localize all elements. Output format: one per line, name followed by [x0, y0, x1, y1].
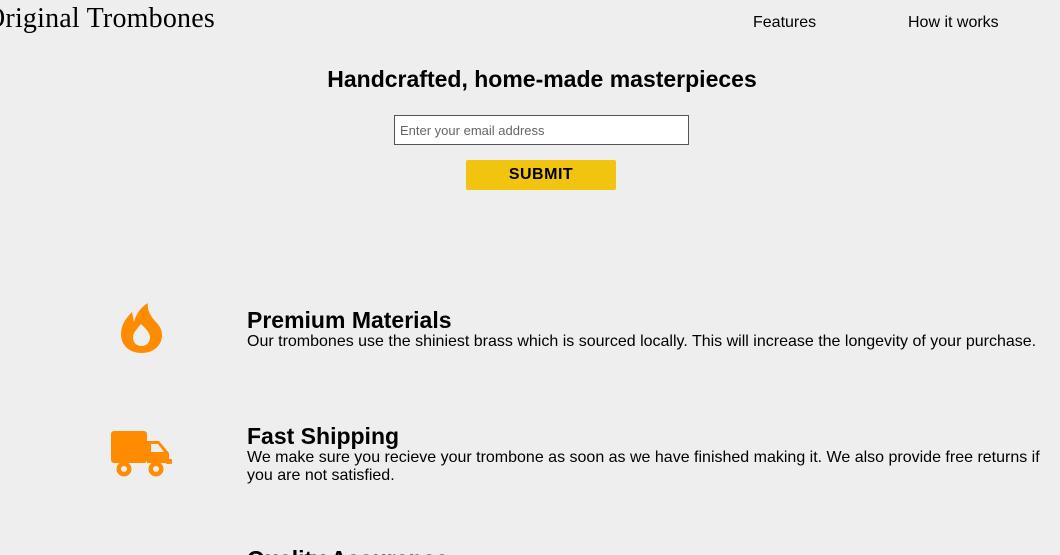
feature-description: We make sure you recieve your trombone a… — [247, 449, 1040, 484]
landing-page: Original Trombones Features How it works… — [0, 0, 1060, 555]
feature-title: Quality Assurance — [247, 546, 448, 555]
email-input[interactable] — [394, 115, 689, 145]
truck-icon — [111, 431, 172, 477]
nav-link-features[interactable]: Features — [753, 14, 816, 32]
feature-description: Our trombones use the shiniest brass whi… — [247, 333, 1037, 350]
hero-title: Handcrafted, home-made masterpieces — [327, 66, 757, 92]
submit-button[interactable]: SUBMIT — [466, 160, 616, 190]
feature-title: Premium Materials — [247, 307, 452, 333]
site-logo: Original Trombones — [0, 3, 215, 34]
nav-link-how-it-works[interactable]: How it works — [908, 14, 999, 32]
fire-icon — [121, 303, 162, 353]
feature-title: Fast Shipping — [247, 423, 400, 449]
